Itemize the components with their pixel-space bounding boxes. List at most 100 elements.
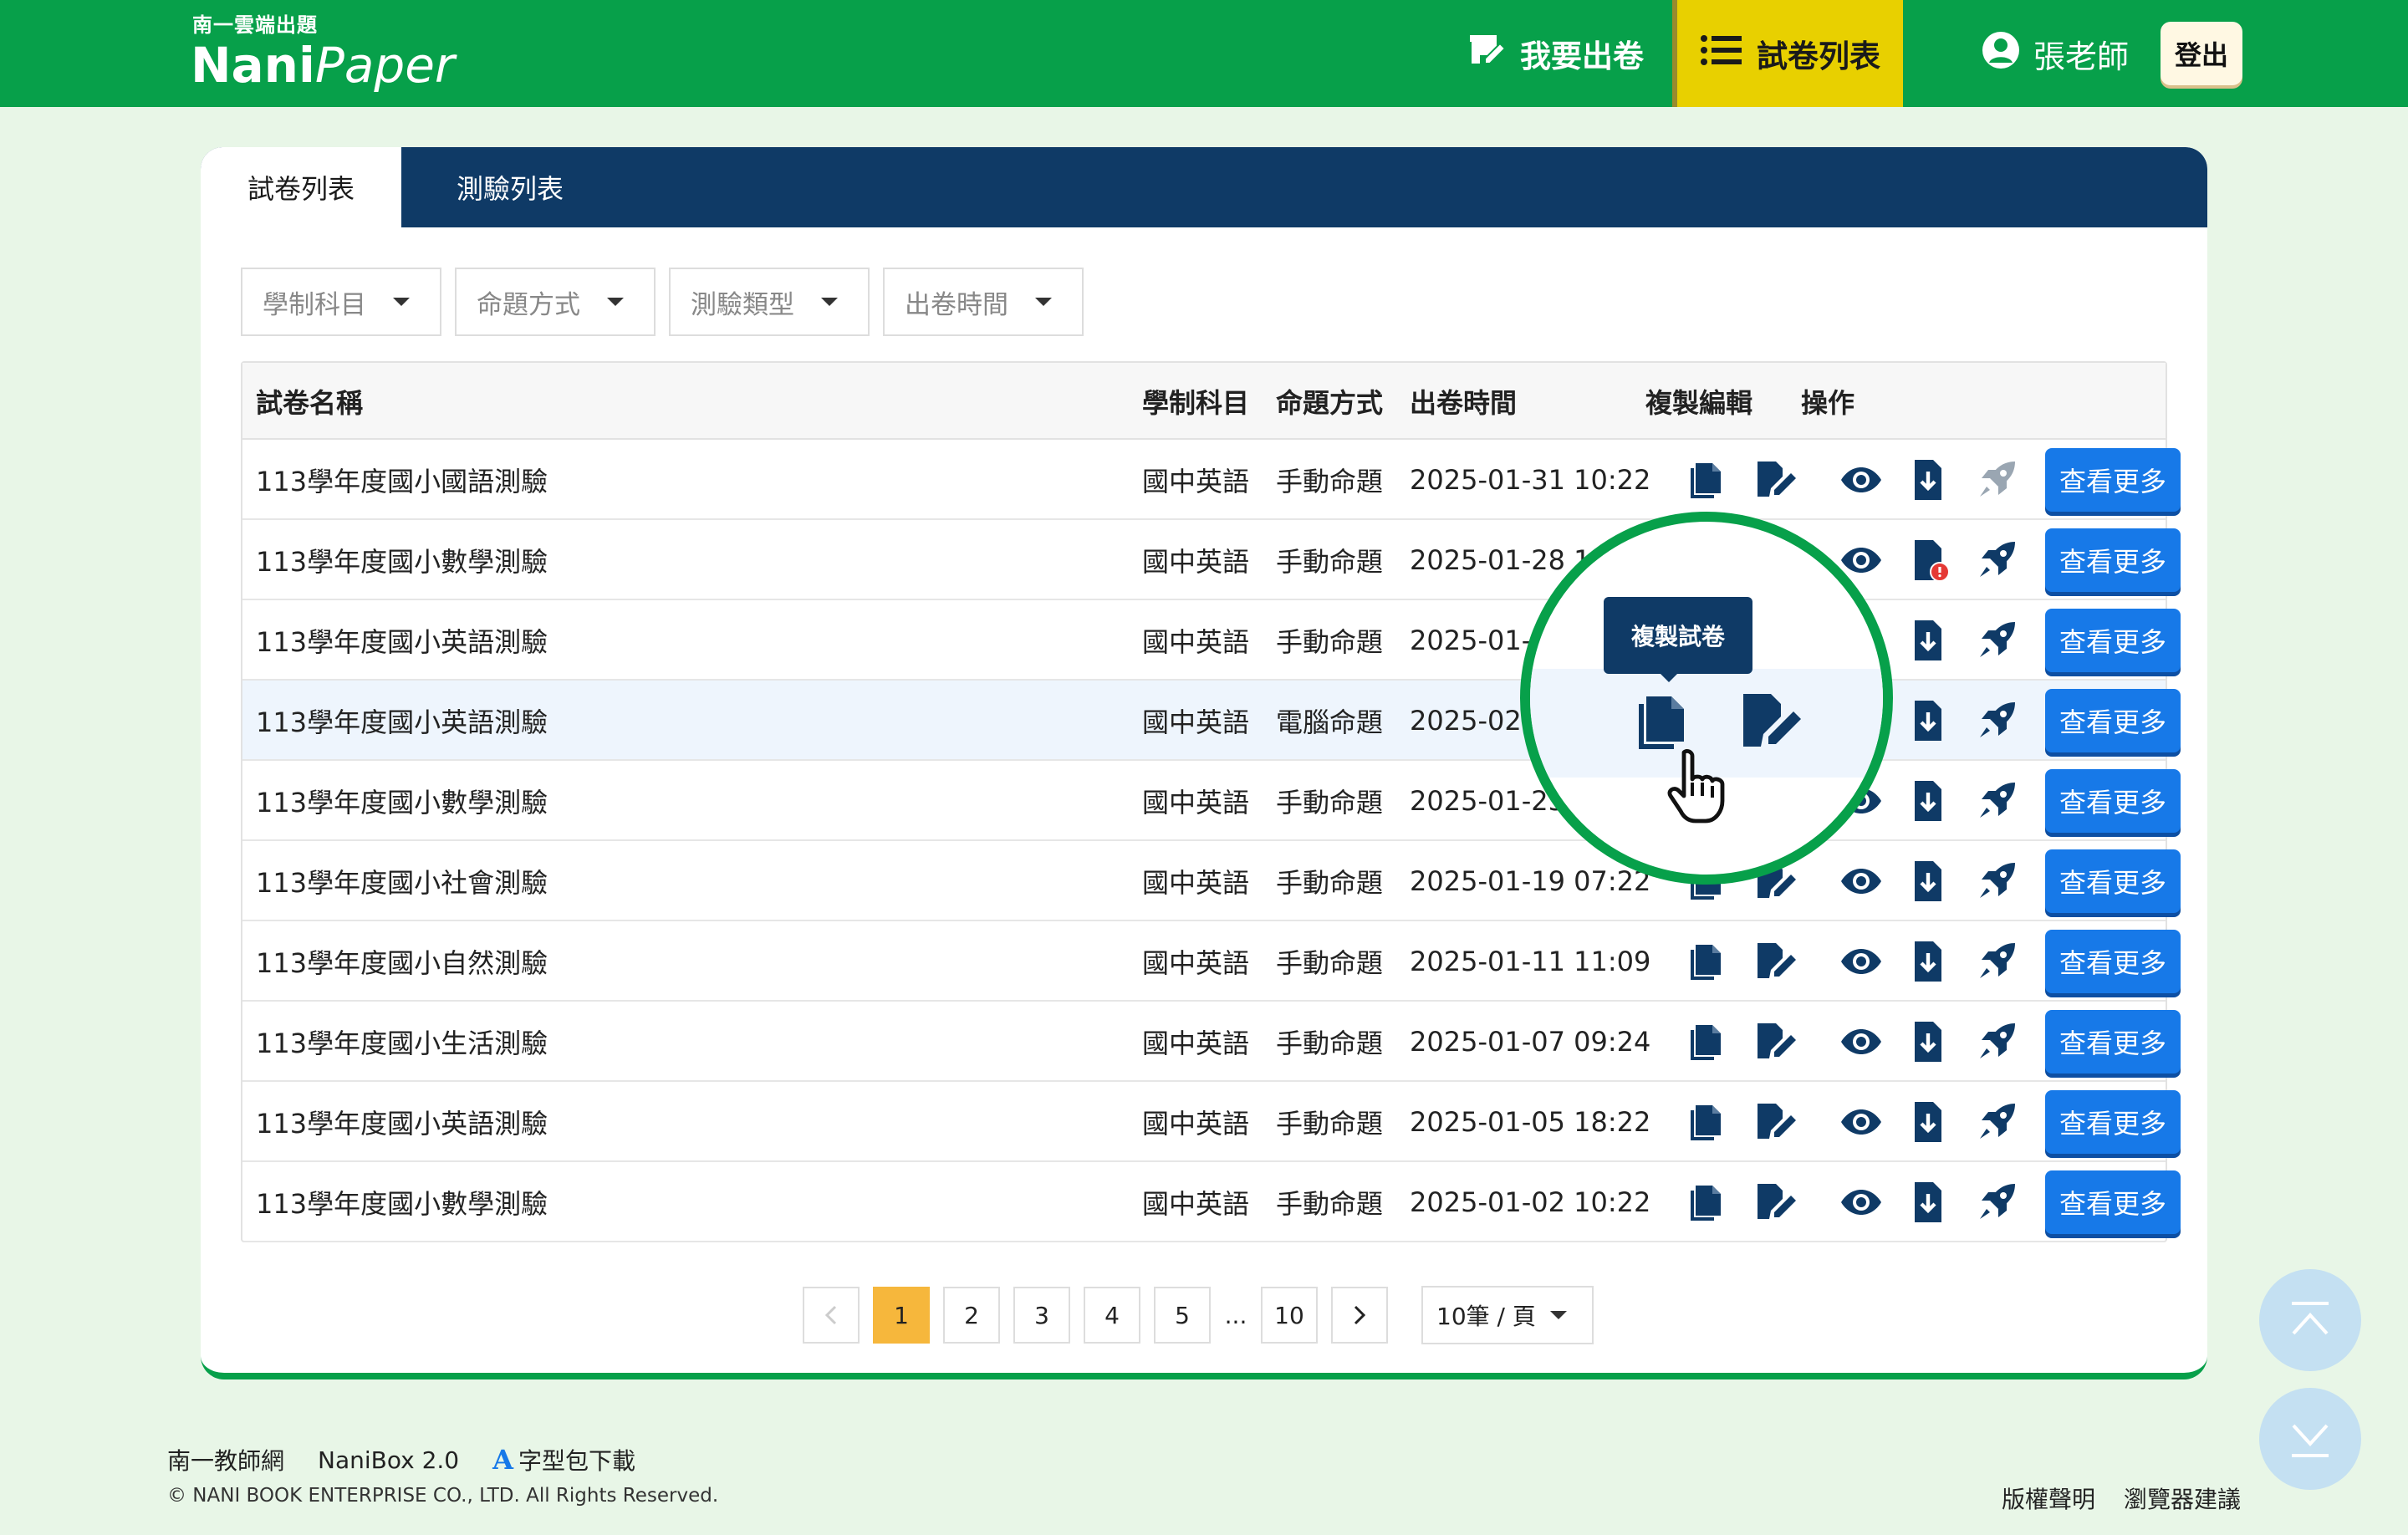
download-doc-icon[interactable] [1906,1020,1950,1063]
rocket-icon[interactable] [1975,779,2018,823]
paper-method: 手動命題 [1276,947,1384,979]
eye-icon[interactable] [1839,458,1883,502]
paper-subject: 國中英語 [1142,867,1250,899]
page-button-5[interactable]: 5 [1154,1287,1211,1344]
download-doc-alert-icon[interactable] [1906,538,1950,582]
download-doc-icon[interactable] [1906,779,1950,823]
view-more-button[interactable]: 查看更多 [2045,448,2181,512]
rocket-icon[interactable] [1975,619,2018,662]
page-ellipsis: ... [1224,1301,1247,1329]
page-button-4[interactable]: 4 [1084,1287,1140,1344]
tab-paper-list[interactable]: 試卷列表 [201,147,401,227]
edit-doc-icon[interactable] [1752,1100,1796,1144]
brand-logo[interactable]: NaniPaper [191,37,455,94]
download-doc-icon[interactable] [1906,1181,1950,1224]
view-more-button[interactable]: 查看更多 [2045,1170,2181,1234]
copy-tooltip: 複製試卷 [1604,597,1752,674]
filter-test-type-label: 測驗類型 [691,289,794,320]
page-size-select[interactable]: 10筆 / 頁 [1421,1286,1594,1344]
prev-page-button[interactable] [803,1287,860,1344]
rocket-icon[interactable] [1975,859,2018,903]
filter-method[interactable]: 命題方式 [455,268,656,336]
page-button-1[interactable]: 1 [873,1287,930,1344]
view-more-button[interactable]: 查看更多 [2045,689,2181,752]
edit-doc-icon[interactable] [1736,689,1801,757]
paper-subject: 國中英語 [1142,787,1250,818]
footer-browser-advice[interactable]: 瀏覽器建議 [2124,1481,2241,1515]
copy-icon[interactable] [1686,940,1729,983]
edit-doc-icon[interactable] [1752,1020,1796,1063]
paper-method: 手動命題 [1276,1028,1384,1059]
download-doc-icon[interactable] [1906,859,1950,903]
scroll-top-button[interactable] [2259,1269,2361,1371]
user-menu[interactable]: 張老師 [1982,0,2129,107]
copy-icon[interactable] [1686,1181,1729,1224]
scroll-bottom-button[interactable] [2259,1388,2361,1490]
header-actions: 操作 [1801,387,1855,419]
download-doc-icon[interactable] [1906,699,1950,742]
filter-test-type[interactable]: 測驗類型 [669,268,870,336]
caret-down-icon [607,298,624,306]
footer-link-font-download[interactable]: A 字型包下載 [492,1443,635,1476]
eye-icon[interactable] [1839,1020,1883,1063]
magnifier-callout: 複製試卷 [1520,512,1893,885]
nav-paper-list[interactable]: 試卷列表 [1677,0,1903,107]
download-doc-icon[interactable] [1906,458,1950,502]
edit-doc-icon[interactable] [1752,458,1796,502]
view-more-button[interactable]: 查看更多 [2045,849,2181,913]
copy-icon[interactable] [1686,458,1729,502]
font-download-label: 字型包下載 [518,1447,635,1475]
rocket-icon[interactable] [1975,1181,2018,1224]
nav-create-paper[interactable]: 我要出卷 [1468,0,1669,107]
header-method: 命題方式 [1276,387,1384,419]
header-copy-edit: 複製編輯 [1645,387,1753,419]
download-doc-icon[interactable] [1906,619,1950,662]
paper-subject: 國中英語 [1142,947,1250,979]
top-header: 南一雲端出題 NaniPaper 我要出卷 試卷列表 張老師 登出 [0,0,2408,107]
rocket-icon[interactable] [1975,1020,2018,1063]
rocket-icon[interactable] [1975,538,2018,582]
table-row: 113學年度國小數學測驗 國中英語 手動命題 2025-01-02 10:22 查看更多 [242,1162,2181,1242]
view-more-button[interactable]: 查看更多 [2045,769,2181,833]
filter-created-time-label: 出卷時間 [905,289,1008,320]
copy-icon[interactable] [1686,1020,1729,1063]
download-doc-icon[interactable] [1906,940,1950,983]
edit-doc-icon[interactable] [1752,940,1796,983]
filter-subject[interactable]: 學制科目 [241,268,441,336]
header-subject: 學制科目 [1142,387,1250,419]
eye-icon[interactable] [1839,940,1883,983]
copyright: © NANI BOOK ENTERPRISE CO., LTD. All Rig… [167,1485,719,1507]
paper-table: 試卷名稱 學制科目 命題方式 出卷時間 複製編輯 操作 113學年度國小國語測驗… [241,361,2181,1242]
edit-doc-icon[interactable] [1752,1181,1796,1224]
logout-button[interactable]: 登出 [2161,22,2242,85]
footer-link-teacher[interactable]: 南一教師網 [167,1443,284,1476]
tab-test-list[interactable]: 測驗列表 [401,147,619,227]
page-button-3[interactable]: 3 [1013,1287,1070,1344]
paper-time: 2025-01-05 18:22 [1410,1106,1651,1138]
copy-icon[interactable] [1686,1100,1729,1144]
view-more-button[interactable]: 查看更多 [2045,528,2181,592]
footer-copyright-notice[interactable]: 版權聲明 [2002,1481,2095,1515]
view-more-button[interactable]: 查看更多 [2045,609,2181,672]
footer-link-nanibox[interactable]: NaniBox 2.0 [318,1446,459,1474]
next-page-button[interactable] [1331,1287,1388,1344]
paper-name: 113學年度國小數學測驗 [256,1188,548,1220]
view-more-button[interactable]: 查看更多 [2045,1010,2181,1073]
eye-icon[interactable] [1839,859,1883,903]
eye-icon[interactable] [1839,1181,1883,1224]
rocket-icon[interactable] [1975,1100,2018,1144]
paper-time: 2025-01-07 09:24 [1410,1026,1651,1058]
eye-icon[interactable] [1839,1100,1883,1144]
brand-subtitle: 南一雲端出題 [192,13,318,37]
view-more-button[interactable]: 查看更多 [2045,1090,2181,1154]
table-header: 試卷名稱 學制科目 命題方式 出卷時間 複製編輯 操作 [242,363,2166,440]
download-doc-icon[interactable] [1906,1100,1950,1144]
page-button-last[interactable]: 10 [1261,1287,1318,1344]
filter-created-time[interactable]: 出卷時間 [883,268,1084,336]
rocket-icon[interactable] [1975,699,2018,742]
rocket-icon[interactable] [1975,940,2018,983]
page-button-2[interactable]: 2 [943,1287,1000,1344]
view-more-button[interactable]: 查看更多 [2045,930,2181,993]
paper-name: 113學年度國小英語測驗 [256,626,548,658]
table-row: 113學年度國小英語測驗 國中英語 手動命題 2025-01-05 18:22 查看更多 [242,1082,2181,1162]
